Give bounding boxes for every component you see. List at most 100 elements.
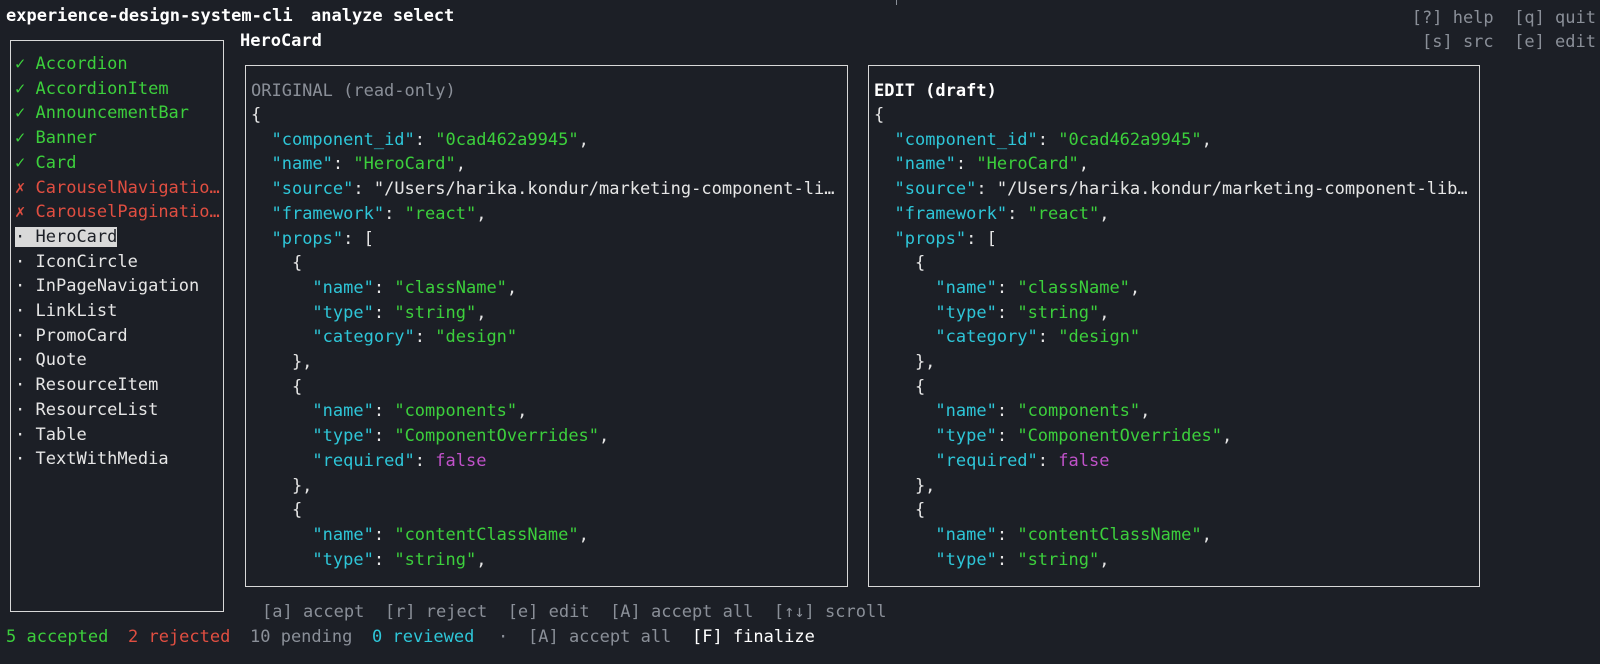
code-token: , xyxy=(1099,549,1110,570)
code-token: , xyxy=(578,524,589,545)
sidebar-item-accordion[interactable]: ✓ Accordion xyxy=(15,53,128,75)
accept-all-action[interactable]: [A] accept all xyxy=(610,602,753,622)
sidebar-item-resourceitem[interactable]: · ResourceItem xyxy=(15,374,158,396)
status-separator: · xyxy=(498,627,509,647)
code-token: }, xyxy=(874,352,936,372)
edit-code-line: "required": false xyxy=(874,449,1475,473)
original-code-line: "name": "className", xyxy=(251,276,843,300)
sidebar-item-announcementbar[interactable]: ✓ AnnouncementBar xyxy=(15,102,189,124)
sidebar-item-label: LinkList xyxy=(35,301,118,321)
sidebar-item-banner[interactable]: ✓ Banner xyxy=(15,127,97,149)
code-token: }, xyxy=(251,352,313,372)
status-mark-icon: ✗ xyxy=(15,177,26,198)
code-token: : xyxy=(332,154,354,175)
edit-json-panel[interactable]: EDIT (draft) { "component_id": "0cad462a… xyxy=(868,65,1480,587)
status-mark-icon: · xyxy=(15,226,26,247)
sidebar-item-resourcelist[interactable]: · ResourceList xyxy=(15,399,158,421)
src-edit-hint: [s] src [e] edit xyxy=(1422,32,1596,52)
original-code-line: "type": "string", xyxy=(251,301,843,325)
sidebar-item-carouselpaginatio[interactable]: ✗ CarouselPaginatio… xyxy=(15,201,220,223)
code-token: "contentClassName" xyxy=(1017,524,1202,545)
app-mode-title: analyze select xyxy=(311,6,455,26)
pending-count: 10 pending xyxy=(250,627,353,647)
reject-action[interactable]: [r] reject xyxy=(385,602,487,622)
status-mark-icon: · xyxy=(15,276,26,297)
sidebar-item-label: TextWithMedia xyxy=(35,449,169,470)
code-token: : xyxy=(1037,129,1059,150)
sidebar-item-linklist[interactable]: · LinkList xyxy=(15,300,117,322)
code-token: "framework" xyxy=(271,203,385,224)
status-mark-icon: ✓ xyxy=(15,128,26,149)
original-code-line: "name": "contentClassName", xyxy=(251,523,843,547)
accept-action[interactable]: [a] accept xyxy=(262,602,364,622)
status-mark-icon: ✓ xyxy=(15,54,26,74)
sidebar-item-label: Table xyxy=(35,424,87,445)
finalize-button[interactable]: [F] finalize xyxy=(692,627,815,647)
code-token: "type" xyxy=(312,302,374,323)
status-mark-icon: ✓ xyxy=(15,103,26,124)
code-token: : xyxy=(414,129,436,150)
edit-code-line: "props": [ xyxy=(874,227,1475,251)
sidebar-item-card[interactable]: ✓ Card xyxy=(15,152,76,174)
original-code-line: "name": "components", xyxy=(251,399,843,423)
code-token: "type" xyxy=(312,426,374,447)
code-token: "design" xyxy=(1058,327,1141,348)
status-mark-icon: ✗ xyxy=(15,202,26,223)
sidebar-item-iconcircle[interactable]: · IconCircle xyxy=(15,251,138,273)
sidebar-item-inpagenavigation[interactable]: · InPageNavigation xyxy=(15,275,199,297)
sidebar-item-quote[interactable]: · Quote xyxy=(15,349,87,371)
edit-code-line: "name": "className", xyxy=(874,276,1475,300)
code-token: , xyxy=(578,129,589,150)
edit-code-line: "source": "/Users/harika.kondur/marketin… xyxy=(874,177,1475,201)
edit-code-line: { xyxy=(874,498,1475,522)
code-token: "category" xyxy=(935,327,1038,348)
code-token: : "/Users/harika.kondur/marketing-compon… xyxy=(353,179,843,200)
code-token: , xyxy=(1140,401,1151,422)
code-token: "props" xyxy=(894,228,967,249)
original-code-line: { xyxy=(251,498,843,522)
sidebar-item-table[interactable]: · Table xyxy=(15,424,87,446)
code-token: "name" xyxy=(312,277,374,298)
sidebar-item-herocard[interactable]: · HeroCard xyxy=(15,226,118,248)
scroll-action[interactable]: [↑↓] scroll xyxy=(774,602,887,622)
edit-code-line: }, xyxy=(874,474,1475,498)
sidebar-item-textwithmedia[interactable]: · TextWithMedia xyxy=(15,448,169,470)
code-token: { xyxy=(251,500,303,521)
sidebar-item-accordionitem[interactable]: ✓ AccordionItem xyxy=(15,78,169,100)
code-token: "name" xyxy=(894,154,956,175)
code-token: "name" xyxy=(935,401,997,422)
code-token: "ComponentOverrides" xyxy=(1017,426,1223,447)
code-token: { xyxy=(874,253,926,274)
edit-action[interactable]: [e] edit xyxy=(508,602,590,622)
code-token: "category" xyxy=(312,327,415,348)
code-token: "HeroCard" xyxy=(353,154,456,175)
accept-all-button[interactable]: [A] accept all xyxy=(528,627,671,647)
code-token: "name" xyxy=(935,277,997,298)
code-token: "required" xyxy=(935,450,1038,471)
code-token: "source" xyxy=(271,179,354,200)
code-token: "string" xyxy=(394,302,477,323)
edit-code-line: "category": "design" xyxy=(874,325,1475,349)
code-token: "string" xyxy=(1017,549,1100,570)
sidebar-item-promocard[interactable]: · PromoCard xyxy=(15,325,128,347)
code-token: { xyxy=(251,253,303,274)
sidebar-item-label: Quote xyxy=(35,350,87,371)
status-mark-icon: ✓ xyxy=(15,152,26,173)
original-json-panel: ORIGINAL (read-only) { "component_id": "… xyxy=(245,65,848,587)
original-code-line: "source": "/Users/harika.kondur/marketin… xyxy=(251,177,843,201)
original-code-line: }, xyxy=(251,474,843,498)
code-token: : xyxy=(384,203,405,224)
sidebar-item-carouselnavigatio[interactable]: ✗ CarouselNavigatio… xyxy=(15,177,220,199)
code-token: : xyxy=(1037,327,1059,348)
